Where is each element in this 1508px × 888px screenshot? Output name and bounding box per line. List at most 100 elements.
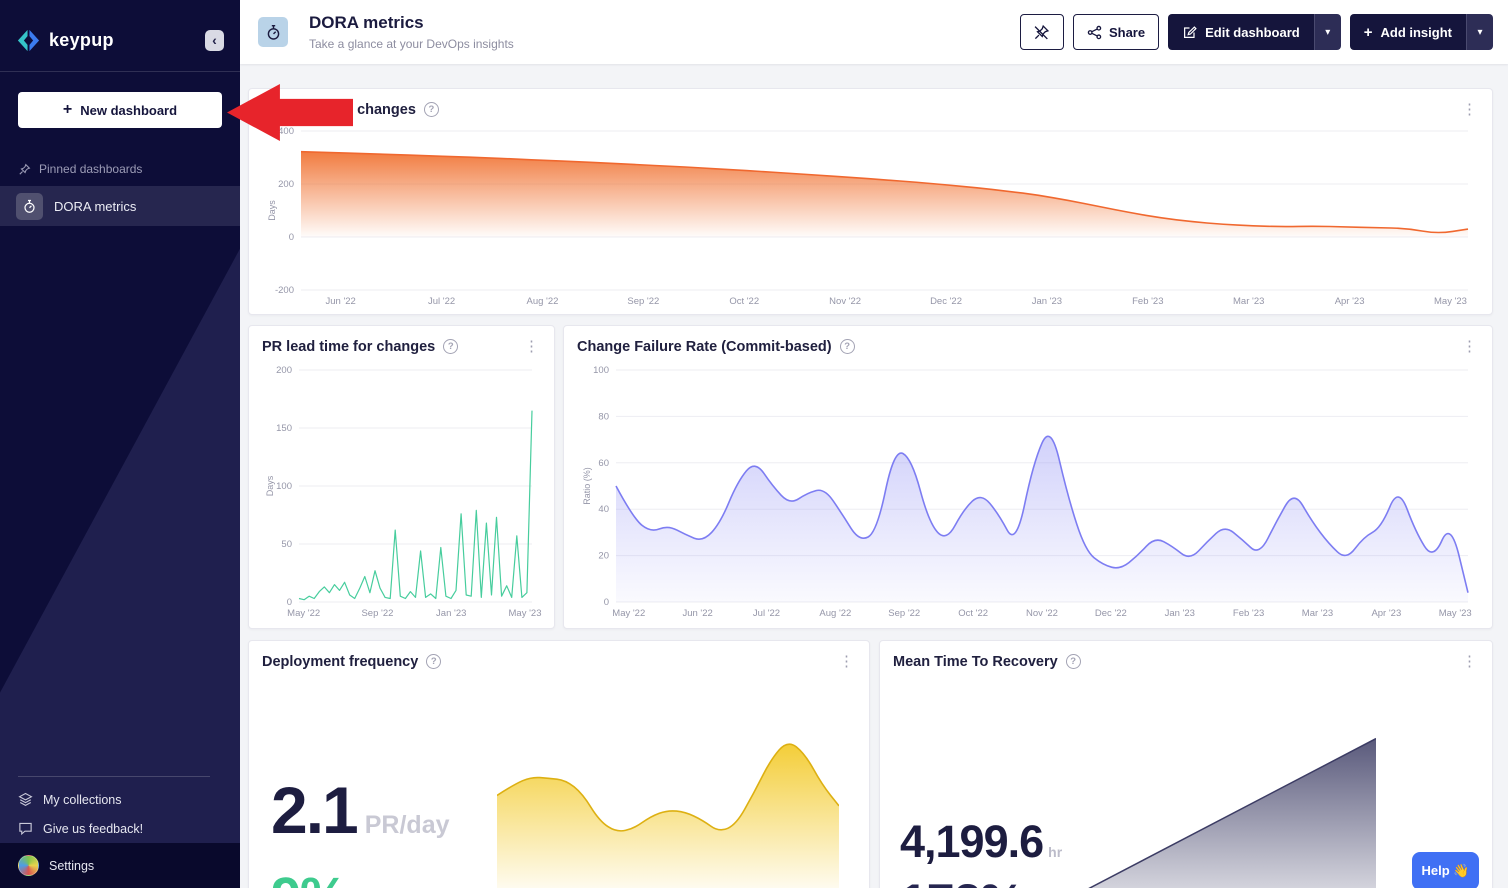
svg-text:Nov '22: Nov '22 bbox=[829, 296, 861, 307]
help-icon[interactable]: ? bbox=[1066, 654, 1081, 669]
help-icon[interactable]: ? bbox=[426, 654, 441, 669]
unpin-dashboard-button[interactable] bbox=[1020, 14, 1064, 50]
unpin-icon bbox=[1033, 24, 1050, 41]
svg-text:Oct '22: Oct '22 bbox=[729, 296, 759, 307]
my-collections-link[interactable]: My collections bbox=[0, 785, 240, 814]
svg-text:Apr '23: Apr '23 bbox=[1371, 608, 1401, 619]
svg-text:200: 200 bbox=[278, 179, 294, 190]
svg-text:Sep '22: Sep '22 bbox=[627, 296, 659, 307]
plus-icon: + bbox=[1364, 24, 1373, 41]
share-button[interactable]: Share bbox=[1073, 14, 1159, 50]
sidebar-diagonal-decoration bbox=[0, 0, 240, 888]
svg-text:0: 0 bbox=[289, 232, 294, 243]
svg-text:Sep '22: Sep '22 bbox=[361, 608, 393, 619]
edit-dashboard-button[interactable]: Edit dashboard bbox=[1168, 14, 1314, 50]
lead-time-chart: 4002000-200DaysJun '22Jul '22Aug '22Sep … bbox=[253, 123, 1484, 310]
svg-text:Apr '23: Apr '23 bbox=[1335, 296, 1365, 307]
svg-text:May '22: May '22 bbox=[612, 608, 645, 619]
help-icon[interactable]: ? bbox=[424, 102, 439, 117]
mttr-chart bbox=[1078, 721, 1376, 888]
pinned-dashboards-label: Pinned dashboards bbox=[18, 162, 222, 176]
svg-text:Days: Days bbox=[265, 475, 275, 496]
svg-text:100: 100 bbox=[276, 481, 292, 492]
pr-lead-time-chart: 200150100500DaysMay '22Sep '22Jan '23May… bbox=[251, 362, 548, 622]
deployment-frequency-metric: 2.1 PR/day 9% bbox=[271, 779, 450, 888]
svg-text:Nov '22: Nov '22 bbox=[1026, 608, 1058, 619]
svg-text:80: 80 bbox=[598, 411, 609, 422]
kebab-menu-icon[interactable]: ⋮ bbox=[1457, 653, 1482, 670]
metric-unit: PR/day bbox=[365, 811, 450, 840]
svg-text:Jul '22: Jul '22 bbox=[428, 296, 455, 307]
feedback-link[interactable]: Give us feedback! bbox=[0, 814, 240, 843]
kebab-menu-icon[interactable]: ⋮ bbox=[834, 653, 859, 670]
svg-text:Feb '23: Feb '23 bbox=[1132, 296, 1163, 307]
svg-text:0: 0 bbox=[604, 597, 609, 608]
metric-unit: hr bbox=[1048, 844, 1062, 860]
kebab-menu-icon[interactable]: ⋮ bbox=[1457, 338, 1482, 355]
keypup-logo-icon bbox=[16, 28, 41, 53]
add-insight-split-button: + Add insight ▾ bbox=[1350, 14, 1493, 50]
sidebar-divider bbox=[18, 776, 210, 777]
mttr-metric: 4,199.6 hr 172% bbox=[900, 819, 1062, 888]
edit-dashboard-caret-button[interactable]: ▾ bbox=[1314, 14, 1341, 50]
stopwatch-icon bbox=[16, 193, 43, 220]
svg-text:60: 60 bbox=[598, 458, 609, 469]
caret-down-icon: ▾ bbox=[1325, 27, 1330, 38]
card-lead-time: Lead time for changes ? ⋮ 4002000-200Day… bbox=[248, 88, 1493, 315]
edit-dashboard-split-button: Edit dashboard ▾ bbox=[1168, 14, 1341, 50]
card-title: Mean Time To Recovery bbox=[893, 654, 1058, 670]
card-deployment-frequency: Deployment frequency ? ⋮ 2.1 PR/day 9% bbox=[248, 640, 870, 888]
add-insight-caret-button[interactable]: ▾ bbox=[1466, 14, 1493, 50]
svg-text:Mar '23: Mar '23 bbox=[1302, 608, 1333, 619]
svg-text:20: 20 bbox=[598, 551, 609, 562]
pin-icon bbox=[18, 163, 31, 176]
svg-text:Oct '22: Oct '22 bbox=[958, 608, 988, 619]
svg-text:200: 200 bbox=[276, 365, 292, 376]
card-title: Deployment frequency bbox=[262, 654, 418, 670]
svg-text:150: 150 bbox=[276, 423, 292, 434]
new-dashboard-label: New dashboard bbox=[80, 103, 177, 118]
dashboard-grid: Lead time for changes ? ⋮ 4002000-200Day… bbox=[240, 64, 1508, 888]
help-icon[interactable]: ? bbox=[840, 339, 855, 354]
kebab-menu-icon[interactable]: ⋮ bbox=[519, 338, 544, 355]
svg-text:Jun '22: Jun '22 bbox=[682, 608, 712, 619]
dashboard-header: DORA metrics Take a glance at your DevOp… bbox=[240, 0, 1508, 64]
edit-pencil-icon bbox=[1182, 25, 1197, 40]
page-subtitle: Take a glance at your DevOps insights bbox=[309, 37, 514, 51]
sidebar-collapse-button[interactable]: ‹ bbox=[205, 30, 224, 51]
header-actions: Share Edit dashboard ▾ + Add bbox=[1020, 14, 1493, 50]
plus-icon: + bbox=[63, 102, 72, 118]
card-mttr: Mean Time To Recovery ? ⋮ 4,199.6 hr 172… bbox=[879, 640, 1493, 888]
sidebar: keypup ‹ + New dashboard Pinned dashboar… bbox=[0, 0, 240, 888]
keypup-logo: keypup bbox=[16, 28, 114, 53]
svg-text:May '23: May '23 bbox=[1439, 608, 1472, 619]
svg-text:May '23: May '23 bbox=[509, 608, 542, 619]
svg-text:Aug '22: Aug '22 bbox=[526, 296, 558, 307]
card-title: PR lead time for changes bbox=[262, 339, 435, 355]
share-icon bbox=[1087, 25, 1102, 40]
sidebar-logo-row: keypup ‹ bbox=[0, 0, 240, 72]
new-dashboard-button[interactable]: + New dashboard bbox=[18, 92, 222, 128]
kebab-menu-icon[interactable]: ⋮ bbox=[1457, 101, 1482, 118]
feedback-bubble-icon bbox=[18, 821, 33, 836]
help-icon[interactable]: ? bbox=[443, 339, 458, 354]
help-button[interactable]: Help 👋 bbox=[1412, 852, 1479, 888]
svg-text:0: 0 bbox=[287, 597, 292, 608]
card-pr-lead-time: PR lead time for changes ? ⋮ 20015010050… bbox=[248, 325, 555, 629]
card-title: Change Failure Rate (Commit-based) bbox=[577, 339, 832, 355]
metric-value: 2.1 bbox=[271, 779, 357, 842]
svg-text:Feb '23: Feb '23 bbox=[1233, 608, 1264, 619]
dashboard-stopwatch-icon bbox=[258, 17, 288, 47]
collections-icon bbox=[18, 792, 33, 807]
chevron-left-icon: ‹ bbox=[212, 32, 217, 48]
sidebar-item-label: DORA metrics bbox=[54, 199, 136, 214]
sidebar-footer: My collections Give us feedback! bbox=[0, 776, 240, 843]
settings-link[interactable]: Settings bbox=[0, 843, 240, 888]
svg-text:Days: Days bbox=[267, 200, 277, 221]
svg-text:Ratio (%): Ratio (%) bbox=[582, 467, 592, 505]
sidebar-item-dora-metrics[interactable]: DORA metrics bbox=[0, 186, 240, 226]
add-insight-button[interactable]: + Add insight bbox=[1350, 14, 1466, 50]
svg-text:40: 40 bbox=[598, 504, 609, 515]
svg-text:400: 400 bbox=[278, 126, 294, 137]
svg-text:May '22: May '22 bbox=[287, 608, 320, 619]
